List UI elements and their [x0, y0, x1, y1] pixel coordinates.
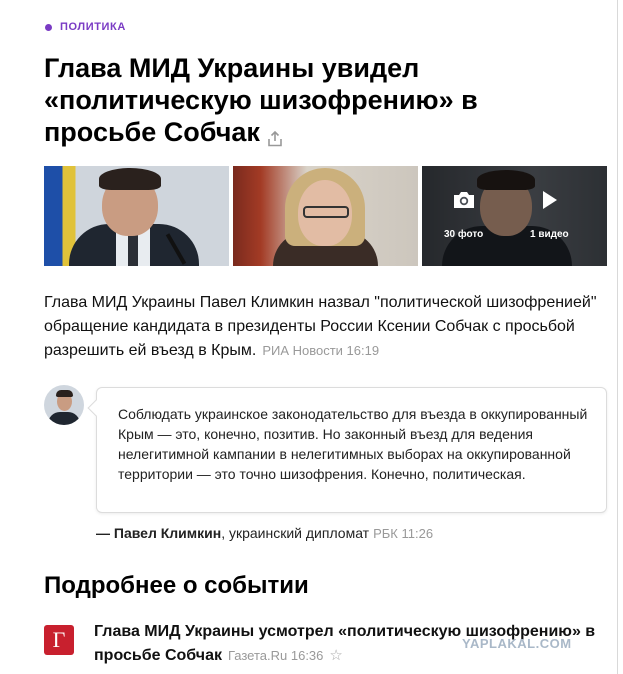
quote-text: Соблюдать украинское законодательство дл… [118, 406, 588, 482]
video-count-block[interactable]: 1 видео [530, 190, 569, 240]
attribution-dash: — [96, 525, 110, 541]
gallery-photo-more[interactable]: 30 фото 1 видео [422, 166, 607, 266]
photo-count-block[interactable]: 30 фото [444, 190, 483, 240]
share-icon[interactable] [266, 123, 284, 147]
rubric-label[interactable]: ПОЛИТИКА [60, 21, 126, 33]
lead-source[interactable]: РИА Новости 16:19 [262, 343, 379, 358]
article-lead: Глава МИД Украины Павел Климкин назвал "… [44, 291, 604, 363]
avatar [44, 385, 84, 425]
rubric-dot-icon [45, 23, 52, 31]
quote-author: Павел Климкин [113, 525, 222, 541]
star-icon[interactable]: ☆ [329, 647, 342, 664]
headline-text: Глава МИД Украины увидел «политическую ш… [44, 53, 478, 147]
quote-attribution: — Павел Климкин, украинский дипломат РБК … [96, 525, 433, 541]
rubric[interactable]: ПОЛИТИКА [45, 21, 126, 33]
article-headline: Глава МИД Украины увидел «политическую ш… [44, 52, 584, 148]
camera-icon [452, 190, 476, 215]
quote-source[interactable]: РБК 11:26 [373, 526, 433, 541]
quote-tail [87, 399, 105, 417]
gazeta-logo-icon: Г [44, 625, 74, 655]
section-title: Подробнее о событии [44, 572, 309, 599]
photo-count: 30 фото [444, 229, 484, 240]
watermark: YAPLAKAL.COM [462, 636, 572, 651]
quote-author-role: , украинский дипломат [221, 525, 370, 541]
play-icon [538, 190, 560, 215]
media-gallery: 30 фото 1 видео [44, 166, 607, 266]
quote-box: Соблюдать украинское законодательство дл… [87, 387, 607, 513]
gallery-photo-klimkin[interactable] [44, 166, 229, 266]
video-count: 1 видео [530, 229, 569, 240]
page-border [617, 0, 618, 674]
related-item-source: Газета.Ru 16:36 [227, 648, 324, 663]
gallery-photo-sobchak[interactable] [233, 166, 418, 266]
